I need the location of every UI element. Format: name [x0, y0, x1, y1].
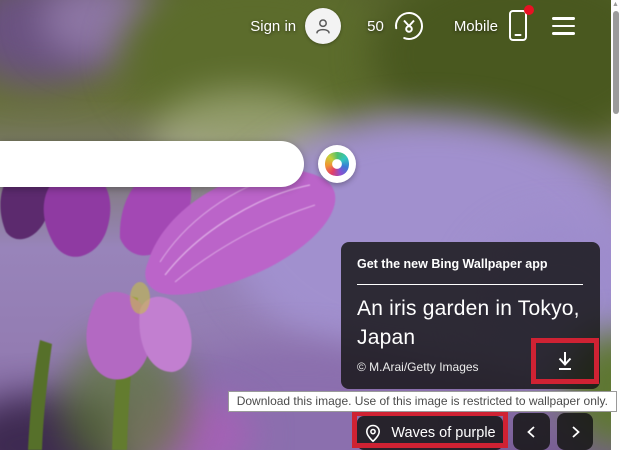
copilot-button[interactable] [318, 145, 356, 183]
image-title-line1: An iris garden in Tokyo, [357, 297, 580, 320]
sign-in-label: Sign in [250, 17, 297, 35]
top-navigation-bar: Sign in 50 Mobile [250, 5, 576, 46]
chevron-left-icon [526, 425, 535, 438]
avatar[interactable] [305, 8, 342, 44]
download-tooltip: Download this image. Use of this image i… [227, 391, 617, 412]
sign-in-button[interactable]: Sign in [250, 8, 342, 44]
copilot-icon [325, 152, 349, 176]
hamburger-menu-icon[interactable] [552, 17, 576, 35]
download-image-button[interactable] [536, 343, 594, 379]
scroll-up-arrow-icon[interactable]: ▲ [612, 1, 619, 9]
mobile-button[interactable]: Mobile [453, 5, 534, 44]
previous-image-button[interactable] [513, 413, 550, 450]
wallpaper-app-promo-link[interactable]: Get the new Bing Wallpaper app [357, 257, 584, 271]
search-bar[interactable] [0, 141, 304, 187]
rewards-points: 50 [367, 17, 384, 35]
mobile-label: Mobile [453, 17, 498, 35]
image-location-label: Waves of purple [391, 425, 496, 441]
map-pin-icon [366, 424, 381, 442]
medal-ring-icon [394, 11, 423, 40]
image-location-button[interactable]: Waves of purple [357, 416, 503, 450]
notification-dot [524, 5, 534, 15]
search-input[interactable] [20, 155, 280, 173]
rewards-button[interactable]: 50 [367, 11, 424, 41]
bing-homepage: Sign in 50 Mobile Get the new Bing Wallp… [0, 0, 620, 450]
panel-divider [357, 284, 583, 285]
person-icon [316, 19, 330, 34]
chevron-right-icon [572, 425, 580, 438]
scrollbar-thumb[interactable] [612, 11, 619, 114]
next-image-button[interactable] [557, 413, 593, 450]
download-arrow-icon [558, 352, 572, 370]
smartphone-icon [508, 5, 534, 44]
